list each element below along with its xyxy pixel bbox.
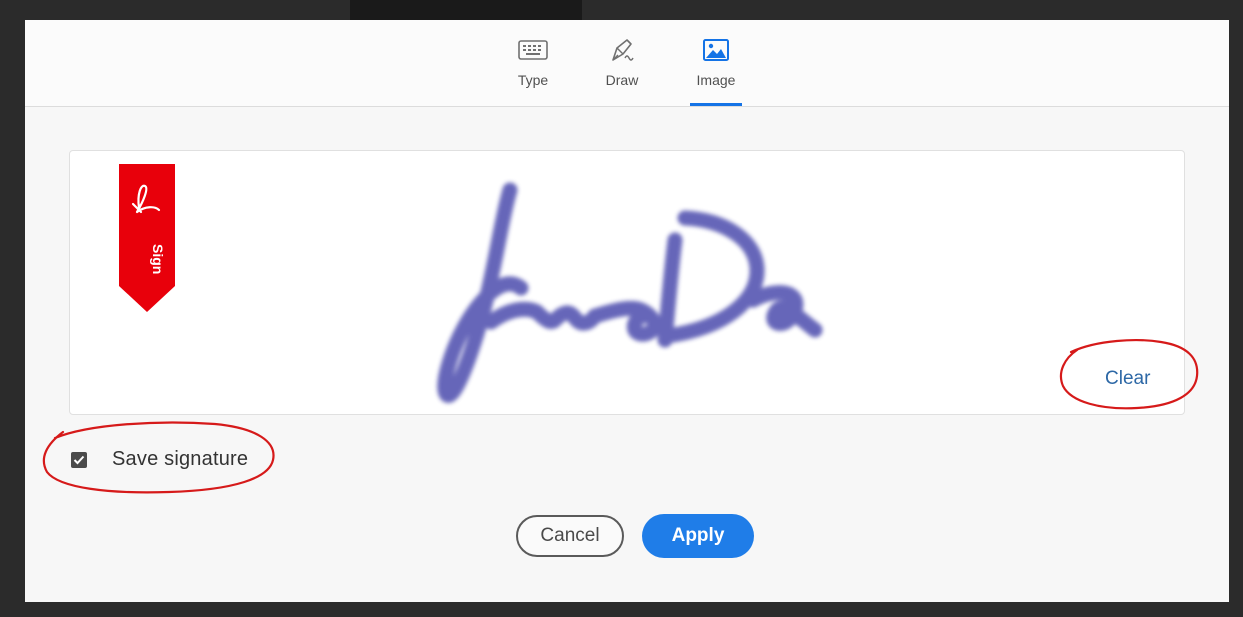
tab-type-label: Type: [517, 72, 549, 88]
signature-image: [405, 160, 865, 420]
save-signature-checkbox[interactable]: [71, 451, 87, 468]
save-signature-row: Save signature: [71, 448, 248, 471]
tab-type[interactable]: Type: [503, 36, 563, 106]
signature-mode-tabs: Type Draw Image: [25, 20, 1229, 107]
tab-image-label: Image: [696, 72, 736, 88]
signature-dialog: Type Draw Image Sign Clear Save signatur…: [25, 20, 1229, 602]
image-icon: [701, 36, 731, 64]
checkmark-icon: [73, 455, 85, 464]
active-tab-indicator: [690, 103, 742, 106]
tab-image[interactable]: Image: [686, 36, 746, 106]
cancel-button[interactable]: Cancel: [516, 515, 624, 557]
save-signature-label: Save signature: [112, 448, 249, 470]
sign-badge-text: Sign: [150, 244, 166, 274]
apply-button[interactable]: Apply: [642, 514, 754, 558]
clear-link[interactable]: Clear: [1105, 368, 1150, 390]
pen-icon: [607, 36, 637, 64]
tab-draw-label: Draw: [605, 72, 639, 88]
tab-draw[interactable]: Draw: [592, 36, 652, 106]
background-window-strip: [350, 0, 582, 20]
adobe-sign-badge: Sign: [119, 164, 175, 314]
keyboard-icon: [518, 36, 548, 64]
